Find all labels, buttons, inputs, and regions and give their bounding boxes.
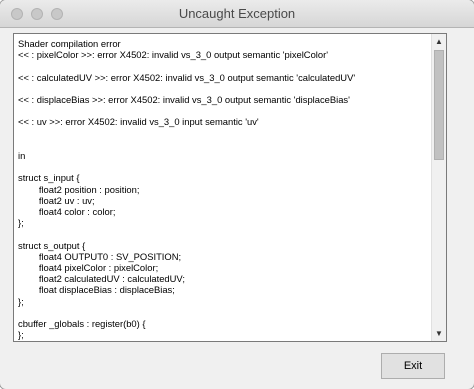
exception-dialog: Uncaught Exception Shader compilation er… bbox=[0, 0, 474, 389]
error-message-text[interactable]: Shader compilation error << : pixelColor… bbox=[18, 38, 428, 340]
scroll-up-arrow-icon[interactable]: ▲ bbox=[432, 34, 446, 49]
scrollbar-thumb[interactable] bbox=[434, 50, 444, 160]
vertical-scrollbar[interactable]: ▲ ▼ bbox=[431, 34, 446, 341]
window-title: Uncaught Exception bbox=[178, 6, 296, 21]
error-text-area[interactable]: Shader compilation error << : pixelColor… bbox=[13, 33, 447, 342]
exit-button[interactable]: Exit bbox=[381, 353, 445, 379]
title-bar[interactable]: Uncaught Exception bbox=[0, 0, 474, 28]
scroll-down-arrow-icon[interactable]: ▼ bbox=[432, 326, 446, 341]
